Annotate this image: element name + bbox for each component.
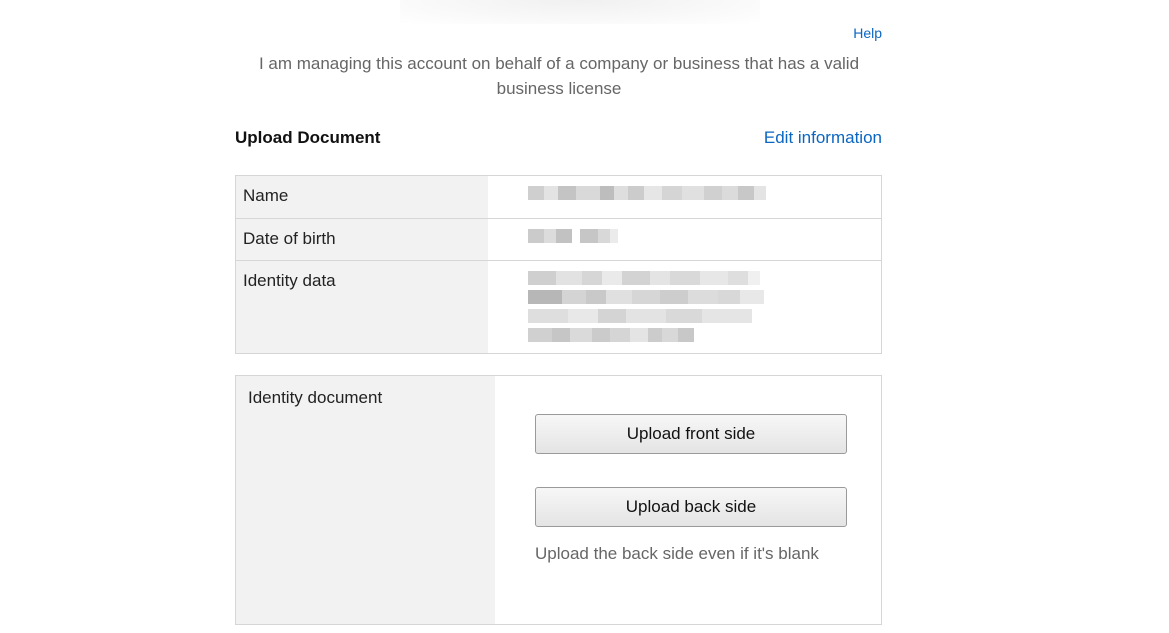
redacted-pixels [528,328,881,342]
identity-data-value-redacted [488,261,881,353]
upload-back-side-button[interactable]: Upload back side [535,487,847,527]
redacted-pixels [528,290,881,304]
redacted-pixels [528,229,881,243]
identity-verification-page: Help I am managing this account on behal… [0,0,1169,633]
help-link[interactable]: Help [853,25,882,41]
top-shadow [400,0,760,24]
identity-document-label: Identity document [236,376,495,624]
name-label: Name [236,176,488,218]
identity-document-actions: Upload front side Upload back side Uploa… [495,376,881,624]
info-row-identity-data: Identity data [236,261,881,353]
info-row-name: Name [236,176,881,219]
info-row-dob: Date of birth [236,219,881,261]
dob-label: Date of birth [236,219,488,260]
intro-text: I am managing this account on behalf of … [258,54,860,98]
identity-data-label: Identity data [236,261,488,353]
upload-front-side-button[interactable]: Upload front side [535,414,847,454]
edit-information-link[interactable]: Edit information [764,128,882,148]
name-value-redacted [488,176,881,218]
upload-document-title: Upload Document [235,128,381,147]
upload-back-side-hint: Upload the back side even if it's blank [535,544,819,563]
redacted-pixels [528,186,881,200]
identity-document-box: Identity document Upload front side Uplo… [235,375,882,625]
redacted-pixels [528,271,881,285]
personal-info-table: Name Date of birth Identity data [235,175,882,354]
redacted-pixels [528,309,881,323]
dob-value-redacted [488,219,881,260]
